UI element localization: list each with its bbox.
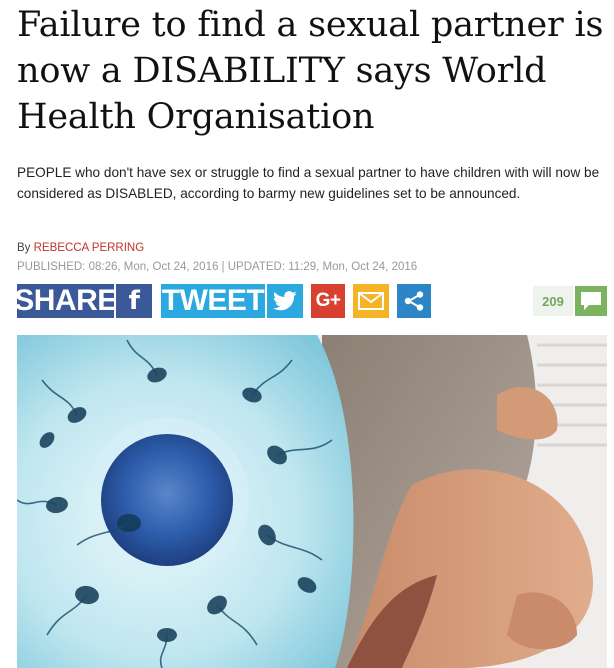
googleplus-share-button[interactable]: G+ <box>311 284 345 318</box>
speech-bubble-icon <box>580 291 602 311</box>
comments-widget[interactable]: 209 <box>533 286 607 316</box>
hero-image <box>17 335 607 668</box>
envelope-icon <box>358 292 384 310</box>
twitter-icon[interactable] <box>267 284 303 318</box>
twitter-tweet-button[interactable]: TWEET <box>161 284 265 318</box>
byline-prefix: By <box>17 242 34 254</box>
comment-count[interactable]: 209 <box>533 286 573 316</box>
publish-dateline: PUBLISHED: 08:26, Mon, Oct 24, 2016 | UP… <box>17 261 417 273</box>
byline: By REBECCA PERRING <box>17 242 144 254</box>
facebook-icon[interactable]: f <box>116 284 152 318</box>
sperm-and-egg-illustration <box>17 335 362 668</box>
email-share-button[interactable] <box>353 284 389 318</box>
hero-illustration <box>17 335 607 668</box>
article-standfirst: PEOPLE who don't have sex or struggle to… <box>17 162 602 204</box>
comment-bubble-icon[interactable] <box>575 286 607 316</box>
facebook-share-button[interactable]: SHARE <box>17 284 114 318</box>
more-share-button[interactable] <box>397 284 431 318</box>
author-link[interactable]: REBECCA PERRING <box>34 242 145 254</box>
twitter-bird-icon <box>273 291 297 311</box>
article-headline: Failure to find a sexual partner is now … <box>17 2 607 140</box>
share-nodes-icon <box>403 290 425 312</box>
share-bar: SHARE f TWEET G+ <box>17 284 607 318</box>
